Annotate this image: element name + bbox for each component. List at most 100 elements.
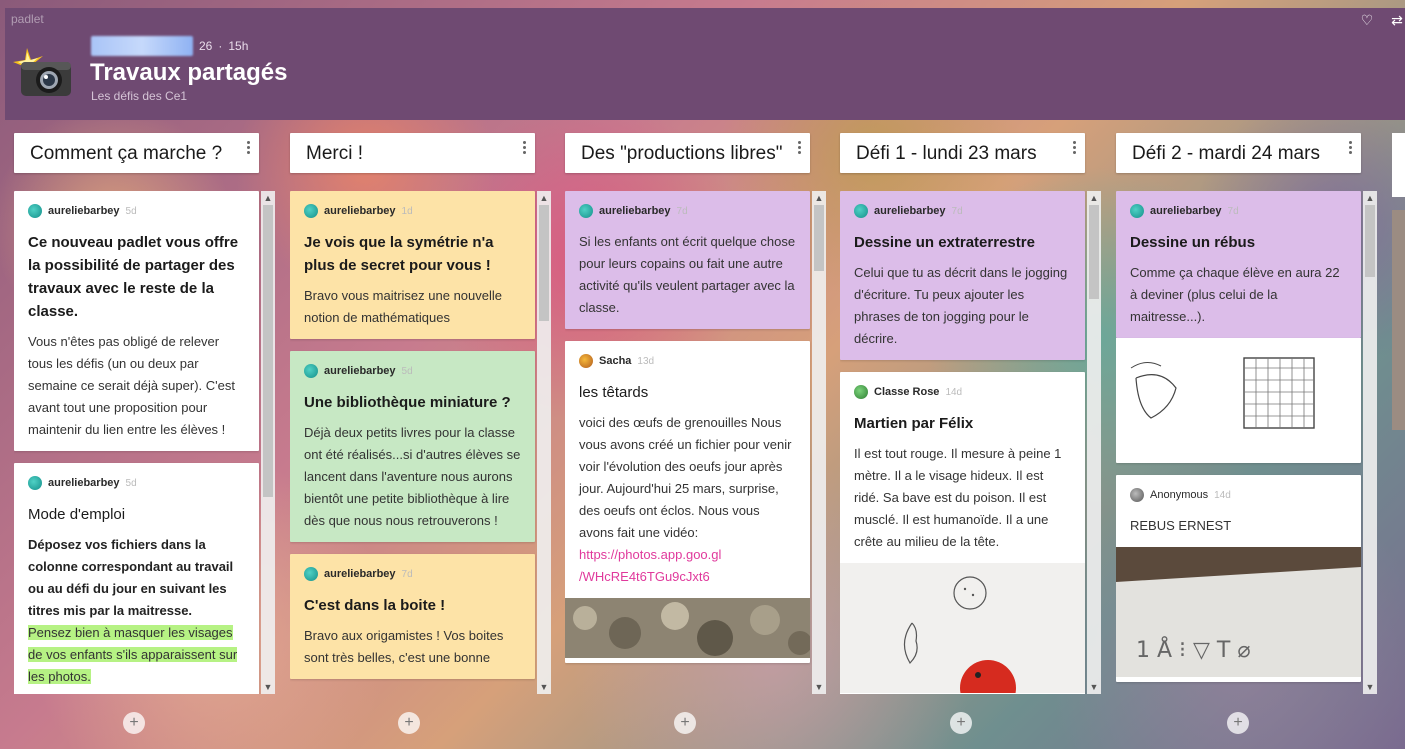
post-age: 14d bbox=[1214, 489, 1231, 501]
avatar bbox=[1130, 204, 1144, 218]
post-card[interactable]: Classe Rose 14d Martien par Félix Il est… bbox=[840, 372, 1085, 694]
column-scrollbar[interactable]: ▲ ▼ bbox=[1087, 191, 1101, 694]
post-author: aureliebarbey bbox=[324, 205, 396, 217]
column-menu-icon[interactable] bbox=[519, 139, 529, 159]
post-title: les têtards bbox=[579, 384, 649, 401]
column-menu-icon[interactable] bbox=[1069, 139, 1079, 159]
column-header: Comment ça marche ? bbox=[14, 133, 259, 173]
tadpole-photo[interactable] bbox=[565, 598, 810, 663]
column-header: Merci ! bbox=[290, 133, 535, 173]
padlet-header: padlet ♡ ⇄ 26 · 15h Travaux partagés Les… bbox=[5, 8, 1405, 120]
post-card[interactable]: aureliebarbey 7d Dessine un rébus Comme … bbox=[1116, 191, 1361, 338]
column-title[interactable]: Des "productions libres" bbox=[581, 143, 782, 165]
column-title[interactable]: Défi 1 - lundi 23 mars bbox=[856, 143, 1037, 165]
post-author: Sacha bbox=[599, 355, 632, 367]
rebus-photo[interactable]: 1 Å ⁝ ▽ T ⌀ bbox=[1116, 547, 1361, 682]
post-link[interactable]: https://photos.app.goo.gl /WHcRE4t6TGu9c… bbox=[579, 544, 796, 588]
post-author: aureliebarbey bbox=[324, 365, 396, 377]
padlet-title: Travaux partagés bbox=[90, 59, 288, 86]
post-age: 1d bbox=[401, 205, 413, 217]
column-title[interactable]: Comment ça marche ? bbox=[30, 143, 222, 165]
column-posts: aureliebarbey 5d Ce nouveau padlet vous … bbox=[14, 191, 276, 694]
column-header: Défi 2 - mardi 24 mars bbox=[1116, 133, 1361, 173]
scroll-down-icon[interactable]: ▼ bbox=[1363, 680, 1377, 694]
post-title: Une bibliothèque miniature ? bbox=[304, 394, 511, 411]
column-title[interactable]: Merci ! bbox=[306, 143, 363, 165]
scroll-thumb[interactable] bbox=[539, 205, 549, 321]
post-age: 5d bbox=[125, 477, 137, 489]
add-post-button[interactable]: + bbox=[950, 712, 972, 734]
post-card[interactable]: aureliebarbey 5d Une bibliothèque miniat… bbox=[290, 351, 535, 542]
add-post-button[interactable]: + bbox=[674, 712, 696, 734]
post-body: Celui que tu as décrit dans le jogging d… bbox=[854, 265, 1068, 346]
post-author: aureliebarbey bbox=[599, 205, 671, 217]
scroll-down-icon[interactable]: ▼ bbox=[537, 680, 551, 694]
column-scrollbar[interactable]: ▲ ▼ bbox=[537, 191, 551, 694]
column-title[interactable]: Défi 2 - mardi 24 mars bbox=[1132, 143, 1320, 165]
column-scrollbar[interactable]: ▲ ▼ bbox=[261, 191, 275, 694]
column-menu-icon[interactable] bbox=[1345, 139, 1355, 159]
column-posts: aureliebarbey 7d Dessine un rébus Comme … bbox=[1116, 191, 1378, 694]
post-card[interactable]: aureliebarbey 7d C'est dans la boite ! B… bbox=[290, 554, 535, 679]
avatar bbox=[1130, 488, 1144, 502]
post-title: Ce nouveau padlet vous offre la possibil… bbox=[28, 234, 239, 320]
meta-separator: · bbox=[218, 39, 223, 53]
post-card[interactable]: aureliebarbey 5d Mode d'emploi Déposez v… bbox=[14, 463, 259, 694]
scroll-up-icon[interactable]: ▲ bbox=[1087, 191, 1101, 205]
brand-logo[interactable]: padlet bbox=[11, 12, 44, 26]
avatar bbox=[304, 204, 318, 218]
avatar bbox=[304, 364, 318, 378]
post-author: aureliebarbey bbox=[48, 205, 120, 217]
column-menu-icon[interactable] bbox=[794, 139, 804, 159]
post-author: Anonymous bbox=[1150, 489, 1209, 501]
post-card[interactable]: aureliebarbey 7d Dessine un extraterrest… bbox=[840, 191, 1085, 360]
scroll-up-icon[interactable]: ▲ bbox=[261, 191, 275, 205]
post-author: Classe Rose bbox=[874, 386, 940, 398]
post-author: aureliebarbey bbox=[1150, 205, 1222, 217]
alien-drawing-image[interactable] bbox=[840, 563, 1085, 694]
avatar bbox=[28, 476, 42, 490]
post-age: 5d bbox=[401, 365, 413, 377]
add-post-button[interactable]: + bbox=[398, 712, 420, 734]
post-body-bold: Déposez vos fichiers dans la colonne cor… bbox=[28, 537, 234, 618]
post-card[interactable]: Anonymous 14d REBUS ERNEST 1 Å ⁝ ▽ T ⌀ bbox=[1116, 475, 1361, 682]
scroll-up-icon[interactable]: ▲ bbox=[1363, 191, 1377, 205]
next-column-header bbox=[1392, 133, 1405, 197]
post-age: 13d bbox=[637, 355, 655, 367]
header-actions: ♡ ⇄ bbox=[1359, 12, 1405, 28]
post-title: Martien par Félix bbox=[854, 415, 974, 432]
scroll-down-icon[interactable]: ▼ bbox=[812, 680, 826, 694]
scroll-thumb[interactable] bbox=[263, 205, 273, 497]
scroll-down-icon[interactable]: ▼ bbox=[261, 680, 275, 694]
post-card[interactable]: aureliebarbey 7d Si les enfants ont écri… bbox=[565, 191, 810, 329]
scroll-thumb[interactable] bbox=[1089, 205, 1099, 299]
post-body: voici des œufs de grenouilles Nous vous … bbox=[579, 415, 792, 540]
post-card[interactable]: Sacha 13d les têtards voici des œufs de … bbox=[565, 341, 810, 663]
scroll-down-icon[interactable]: ▼ bbox=[1087, 680, 1101, 694]
padlet-meta: 26 · 15h bbox=[91, 36, 248, 56]
next-column-post[interactable] bbox=[1392, 210, 1405, 430]
rebus-drawing-card[interactable] bbox=[1116, 338, 1361, 463]
post-card[interactable]: aureliebarbey 1d Je vois que la symétrie… bbox=[290, 191, 535, 339]
post-card[interactable]: aureliebarbey 5d Ce nouveau padlet vous … bbox=[14, 191, 259, 451]
column-menu-icon[interactable] bbox=[243, 139, 253, 159]
scroll-up-icon[interactable]: ▲ bbox=[812, 191, 826, 205]
scroll-thumb[interactable] bbox=[814, 205, 824, 271]
column-scrollbar[interactable]: ▲ ▼ bbox=[812, 191, 826, 694]
add-post-button[interactable]: + bbox=[1227, 712, 1249, 734]
post-body: Il est tout rouge. Il mesure à peine 1 m… bbox=[854, 446, 1062, 549]
post-title: Dessine un extraterrestre bbox=[854, 234, 1035, 251]
column-posts: aureliebarbey 7d Dessine un extraterrest… bbox=[840, 191, 1102, 694]
post-title: C'est dans la boite ! bbox=[304, 597, 446, 614]
add-post-button[interactable]: + bbox=[123, 712, 145, 734]
camera-flash-icon bbox=[13, 48, 71, 96]
heart-icon[interactable]: ♡ bbox=[1359, 12, 1375, 28]
column-defi-1: Défi 1 - lundi 23 mars aureliebarbey 7d … bbox=[840, 133, 1101, 694]
scroll-up-icon[interactable]: ▲ bbox=[537, 191, 551, 205]
post-age: 7d bbox=[401, 568, 413, 580]
post-title: Je vois que la symétrie n'a plus de secr… bbox=[304, 234, 494, 274]
scroll-thumb[interactable] bbox=[1365, 205, 1375, 277]
rebus-drawing-image[interactable] bbox=[1116, 338, 1361, 458]
column-scrollbar[interactable]: ▲ ▼ bbox=[1363, 191, 1377, 694]
remake-icon[interactable]: ⇄ bbox=[1389, 12, 1405, 28]
